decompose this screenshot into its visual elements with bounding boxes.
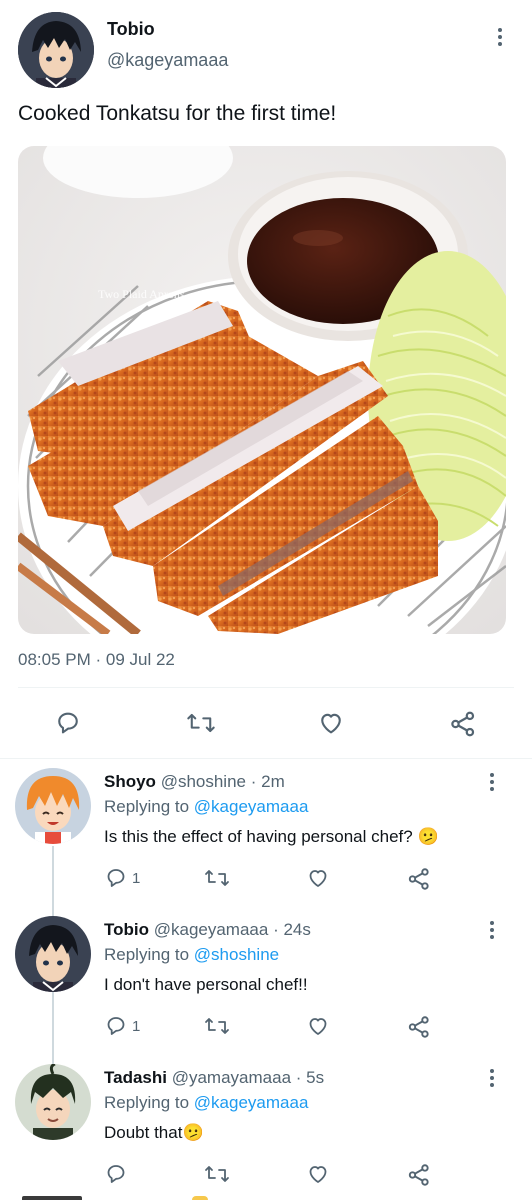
replying-to: Replying to @shoshine [104,945,279,965]
replying-to-link[interactable]: @kageyamaaa [194,797,309,816]
reply-time[interactable]: · 24s [273,920,311,939]
share-button[interactable] [406,1162,432,1188]
handle[interactable]: @kageyamaaa [107,50,228,71]
retweet-icon [205,1018,229,1034]
reply-icon [107,1017,125,1035]
reply-display-name[interactable]: Tobio [104,920,149,939]
retweet-button[interactable] [204,1162,230,1186]
retweet-button[interactable] [204,1014,230,1038]
share-button[interactable] [448,709,478,739]
reply-text-content: I don't have personal chef!! [104,975,308,994]
reply-button[interactable] [54,709,82,737]
emoji: 🫤 [417,827,439,846]
reply-handle[interactable]: @shoshine [161,772,246,791]
reply-text: I don't have personal chef!! [104,975,308,995]
retweet-button[interactable] [204,866,230,890]
reply-time[interactable]: · 5s [296,1068,324,1087]
avatar-shoyo[interactable] [15,768,91,844]
avatar-tadashi[interactable] [15,1064,91,1140]
replying-to-link[interactable]: @kageyamaaa [194,1093,309,1112]
display-name[interactable]: Tobio [107,19,155,40]
tonkatsu-photo: Two Plaid Aprons [18,146,506,634]
reply-text: Doubt that🫤 [104,1123,204,1143]
like-icon [309,1018,327,1035]
reply-handle[interactable]: @kageyamaaa [154,920,269,939]
tweet-image[interactable]: Two Plaid Aprons [18,146,506,634]
replying-label: Replying to [104,797,190,816]
retweet-icon [205,870,229,886]
reply-button[interactable] [104,1162,128,1186]
more-dots-icon[interactable] [488,25,512,49]
reply-header: Tadashi @yamayamaaa · 5s [104,1068,324,1088]
share-icon [408,1164,429,1186]
like-button[interactable] [306,1014,330,1038]
retweet-icon [205,1166,229,1182]
avatar-tobio[interactable] [15,916,91,992]
reply-count: 1 [132,869,141,887]
share-icon [451,711,475,737]
reply-display-name[interactable]: Tadashi [104,1068,167,1087]
share-button[interactable] [406,1014,432,1040]
emoji: 🫤 [182,1123,204,1142]
tweet-text: Cooked Tonkatsu for the first time! [18,102,337,125]
share-button[interactable] [406,866,432,892]
reply-icon [107,869,125,887]
reply-handle[interactable]: @yamayamaaa [172,1068,291,1087]
like-icon [309,1166,327,1183]
reply-header: Shoyo @shoshine · 2m [104,772,285,792]
share-icon [408,868,429,890]
share-icon [408,1016,429,1038]
reply-text-content: Is this the effect of having personal ch… [104,827,413,846]
like-button[interactable] [306,866,330,890]
more-dots-icon[interactable] [480,770,504,794]
reply-time[interactable]: · 2m [251,772,285,791]
replying-to-link[interactable]: @shoshine [194,945,279,964]
divider [18,687,514,688]
like-icon [321,713,341,734]
retweet-button[interactable] [186,709,216,737]
reply-count: 1 [132,1017,141,1035]
next-item-peek [192,1196,208,1200]
like-icon [309,870,327,887]
reply-text: Is this the effect of having personal ch… [104,827,439,847]
divider [0,758,532,759]
reply-icon [107,1165,125,1183]
replying-label: Replying to [104,1093,190,1112]
next-item-peek [22,1196,82,1200]
replying-to: Replying to @kageyamaaa [104,1093,308,1113]
like-button[interactable] [306,1162,330,1186]
reply-display-name[interactable]: Shoyo [104,772,156,791]
more-dots-icon[interactable] [480,1066,504,1090]
image-watermark: Two Plaid Aprons [98,287,185,301]
avatar-tobio[interactable] [18,12,94,88]
reply-button[interactable]: 1 [104,866,140,890]
more-dots-icon[interactable] [480,918,504,942]
reply-icon [58,712,78,734]
reply-text-content: Doubt that [104,1123,183,1142]
reply-header: Tobio @kageyamaaa · 24s [104,920,311,940]
retweet-icon [187,713,215,733]
timestamp[interactable]: 08:05 PM · 09 Jul 22 [18,650,175,670]
like-button[interactable] [317,709,345,737]
replying-to: Replying to @kageyamaaa [104,797,308,817]
replying-label: Replying to [104,945,190,964]
reply-button[interactable]: 1 [104,1014,140,1038]
